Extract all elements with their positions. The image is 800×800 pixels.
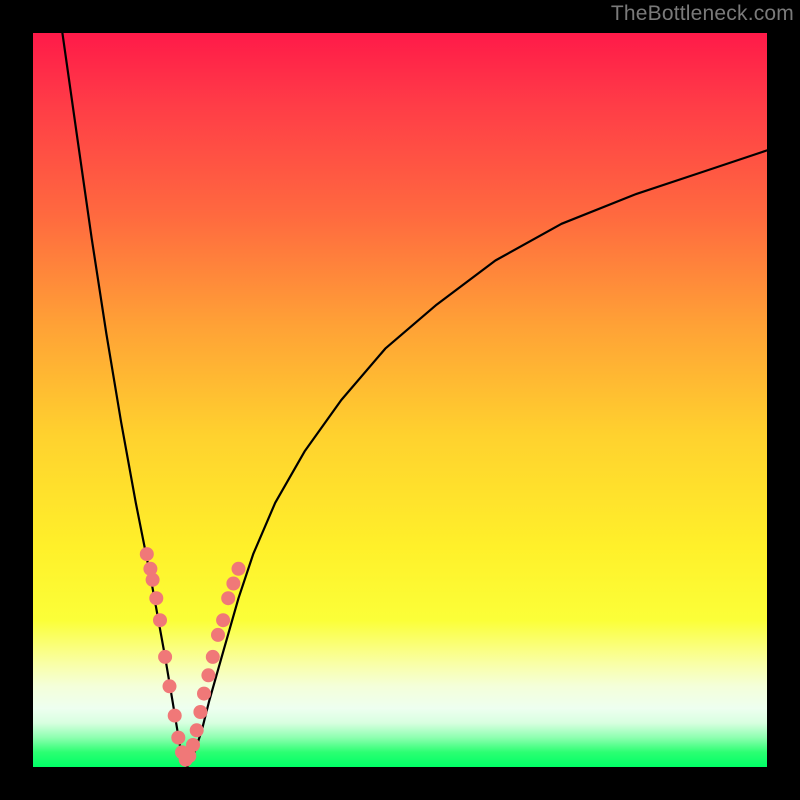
data-dot <box>197 687 211 701</box>
data-dot <box>201 668 215 682</box>
data-dot <box>140 547 154 561</box>
data-dot <box>168 709 182 723</box>
watermark-text: TheBottleneck.com <box>611 2 794 26</box>
data-dot <box>211 628 225 642</box>
data-dot <box>186 738 200 752</box>
data-dot <box>146 573 160 587</box>
data-dot <box>171 731 185 745</box>
data-dot <box>153 613 167 627</box>
data-dot <box>206 650 220 664</box>
data-dot <box>149 591 163 605</box>
data-dot <box>158 650 172 664</box>
data-dot <box>193 705 207 719</box>
data-dot <box>232 562 246 576</box>
plot-area <box>33 33 767 767</box>
outer-frame: TheBottleneck.com <box>0 0 800 800</box>
data-dot <box>190 723 204 737</box>
data-dot <box>226 577 240 591</box>
data-dot <box>216 613 230 627</box>
curve-layer <box>33 33 767 767</box>
data-dot <box>221 591 235 605</box>
data-dot <box>163 679 177 693</box>
